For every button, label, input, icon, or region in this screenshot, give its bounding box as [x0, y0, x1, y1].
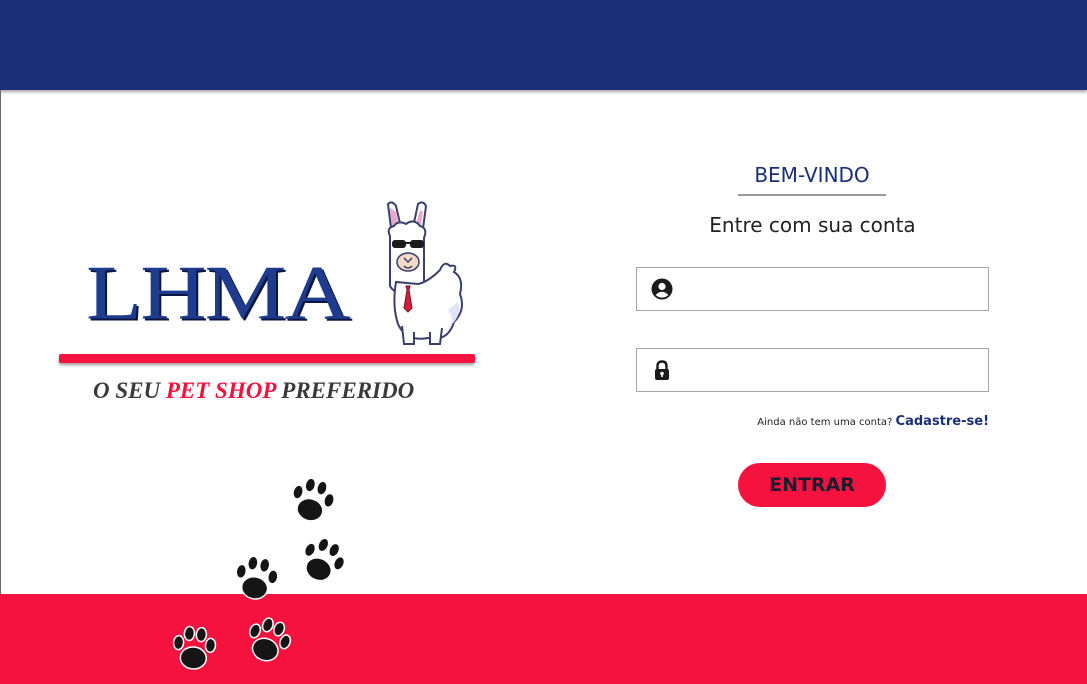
user-icon — [651, 278, 673, 300]
password-input[interactable] — [683, 353, 985, 389]
paw-icon — [303, 537, 346, 582]
paw-icon — [235, 555, 279, 600]
username-input[interactable] — [683, 272, 985, 308]
paw-icon — [248, 617, 292, 662]
slogan-suffix: PREFERIDO — [275, 378, 415, 403]
logo-text: LHMA — [86, 249, 351, 336]
signup-question: Ainda não tem uma conta? — [757, 417, 896, 428]
llama-icon — [386, 201, 463, 345]
brand-logo: LHMA O SEU PET SHOP PREFERIDO — [58, 198, 478, 418]
password-field[interactable] — [636, 348, 989, 392]
paw-prints — [160, 470, 360, 684]
username-field[interactable] — [636, 267, 989, 311]
page-left-border — [0, 90, 1, 594]
slogan: O SEU PET SHOP PREFERIDO — [93, 378, 414, 404]
logo-underline — [59, 354, 475, 363]
paw-icon — [172, 625, 217, 670]
login-subtitle: Entre com sua conta — [709, 213, 916, 237]
slogan-prefix: O SEU — [93, 378, 166, 403]
paw-icon — [292, 477, 335, 522]
welcome-underline — [738, 194, 886, 196]
signup-prompt: Ainda não tem uma conta? Cadastre-se! — [636, 410, 989, 429]
signup-link[interactable]: Cadastre-se! — [896, 414, 989, 429]
welcome-heading: BEM-VINDO — [754, 163, 870, 187]
slogan-highlight: PET SHOP — [165, 378, 276, 403]
login-button[interactable]: ENTRAR — [738, 463, 886, 507]
top-banner — [0, 0, 1087, 90]
lock-icon — [655, 360, 669, 380]
